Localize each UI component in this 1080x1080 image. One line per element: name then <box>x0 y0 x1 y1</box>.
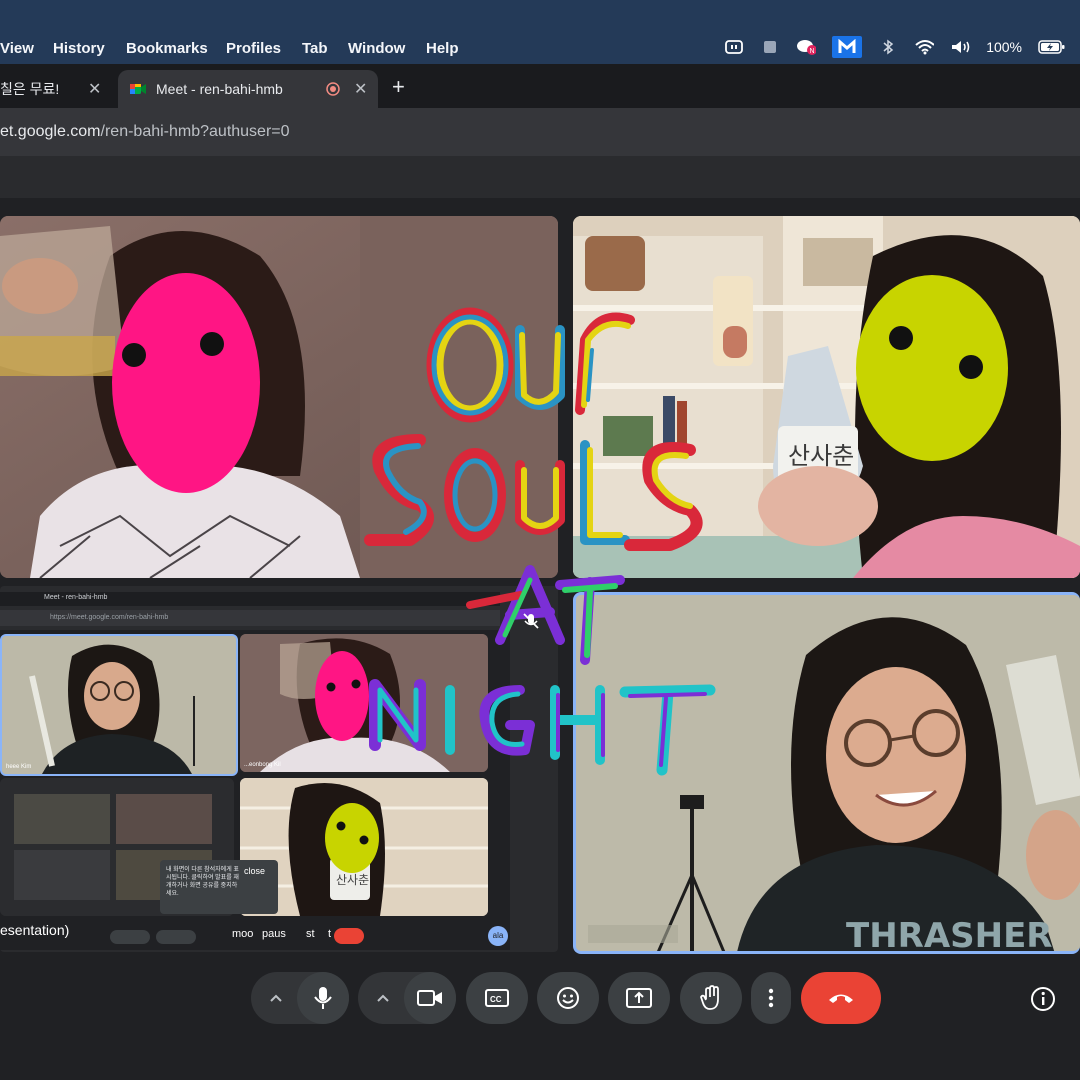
bluetooth-icon[interactable] <box>878 39 898 55</box>
more-vert-icon <box>768 988 774 1008</box>
camera-control-group <box>358 972 456 1024</box>
nested-label-moo: moo <box>232 928 254 940</box>
nested-presentation-label: esentation) <box>0 922 70 938</box>
camera-options-chevron-icon[interactable] <box>358 972 408 1024</box>
leave-call-button[interactable] <box>801 972 881 1024</box>
menu-view[interactable]: View <box>0 40 34 57</box>
word-our <box>426 307 635 423</box>
wifi-icon[interactable] <box>914 39 935 55</box>
menu-profiles[interactable]: Profiles <box>226 40 281 57</box>
nested-label-paus: paus <box>262 928 286 940</box>
recording-indicator-icon <box>326 82 340 99</box>
browser-tab-strip: 칠은 무료! ✕ Meet - ren-bahi-hmb ✕ + <box>0 64 1080 108</box>
screen-record-icon[interactable] <box>724 39 744 55</box>
svg-text:N: N <box>810 48 815 55</box>
word-night <box>369 679 716 776</box>
present-screen-button[interactable] <box>608 972 670 1024</box>
menu-history[interactable]: History <box>53 40 105 57</box>
tab-previous-close-icon[interactable]: ✕ <box>88 79 101 99</box>
hang-up-icon <box>829 994 853 1003</box>
camera-button[interactable] <box>404 972 456 1024</box>
nested-tile-presenter: heee Kim <box>0 634 238 776</box>
menu-bookmarks[interactable]: Bookmarks <box>126 40 208 57</box>
tab-previous[interactable]: 칠은 무료! ✕ <box>0 70 112 108</box>
mic-control-group <box>251 972 349 1024</box>
nested-label-st: st <box>306 928 315 940</box>
malwarebytes-icon[interactable] <box>832 36 863 58</box>
google-meet-favicon-icon <box>130 82 146 96</box>
more-options-button[interactable] <box>751 972 791 1024</box>
pink-face-sticker-icon <box>112 273 260 493</box>
battery-percent: 100% <box>986 39 1022 55</box>
tab-meet-active[interactable]: Meet - ren-bahi-hmb ✕ <box>118 70 378 108</box>
volume-icon[interactable] <box>950 39 970 55</box>
macos-menubar: View History Bookmarks Profiles Tab Wind… <box>0 0 1080 64</box>
tab-meet-close-icon[interactable]: ✕ <box>354 79 367 99</box>
chat-notification-icon[interactable]: N <box>796 39 817 55</box>
nested-presenting-notice: 내 화면이 다른 참석자에게 표시됩니다. 클릭하여 발표를 재개하거나 화면 … <box>160 860 278 914</box>
url-text[interactable]: et.google.com/ren-bahi-hmb?authuser=0 <box>0 123 290 141</box>
nested-lime-face-sticker-icon <box>325 803 379 873</box>
nested-url: https://meet.google.com/ren-bahi-hmb <box>50 614 169 621</box>
word-at <box>466 565 625 665</box>
shirt-text: THRASHER <box>846 916 1053 954</box>
raise-hand-icon <box>700 985 719 1010</box>
status-area: N 100% <box>724 36 1066 58</box>
captions-button[interactable]: CC <box>466 972 528 1024</box>
nested-tab-title: Meet - ren-bahi-hmb <box>44 594 108 601</box>
tab-previous-title: 칠은 무료! <box>0 81 60 97</box>
captions-icon: CC <box>485 989 509 1007</box>
emoji-icon <box>557 987 579 1009</box>
nested-notice-text: 내 화면이 다른 참석자에게 표시됩니다. 클릭하여 발표를 재개하거나 화면 … <box>166 867 239 897</box>
lime-face-sticker-icon <box>856 275 1008 461</box>
meeting-details-button[interactable] <box>1028 984 1058 1014</box>
bookmarks-bar <box>0 156 1080 198</box>
mic-off-icon <box>523 613 539 629</box>
url-path: /ren-bahi-hmb?authuser=0 <box>100 123 290 140</box>
mic-options-chevron-icon[interactable] <box>251 972 301 1024</box>
nested-name-tag-2: ...eonbong Kil <box>244 762 281 768</box>
url-host: et.google.com <box>0 123 101 140</box>
app-square-icon[interactable] <box>760 39 780 55</box>
battery-icon[interactable] <box>1038 39 1066 55</box>
tab-meet-title: Meet - ren-bahi-hmb <box>156 81 283 97</box>
menu-window[interactable]: Window <box>348 40 405 57</box>
nested-notice-close: close <box>244 866 266 876</box>
menu-tab[interactable]: Tab <box>302 40 328 57</box>
nested-avatar: ala <box>488 926 508 946</box>
nested-controls: moo paus st t ala <box>110 924 510 948</box>
nested-bottle-label: 산사춘 <box>336 873 369 887</box>
microphone-icon <box>314 987 332 1009</box>
microphone-button[interactable] <box>297 972 349 1024</box>
bottle-label-text: 산사춘 <box>788 442 854 470</box>
info-icon <box>1031 987 1055 1011</box>
nested-name-tag-1: heee Kim <box>6 764 32 770</box>
menu-help[interactable]: Help <box>426 40 459 57</box>
camera-icon <box>417 990 442 1006</box>
new-tab-button[interactable]: + <box>392 74 405 100</box>
nested-leave-button <box>334 928 364 944</box>
address-bar[interactable]: et.google.com/ren-bahi-hmb?authuser=0 <box>0 108 1080 156</box>
emoji-reaction-button[interactable] <box>537 972 599 1024</box>
present-screen-icon <box>626 988 652 1008</box>
svg-text:CC: CC <box>490 995 502 1004</box>
nested-label-t: t <box>328 928 332 940</box>
raise-hand-button[interactable] <box>680 972 742 1024</box>
scribble-art-overlay <box>364 307 716 776</box>
word-souls <box>364 434 703 551</box>
